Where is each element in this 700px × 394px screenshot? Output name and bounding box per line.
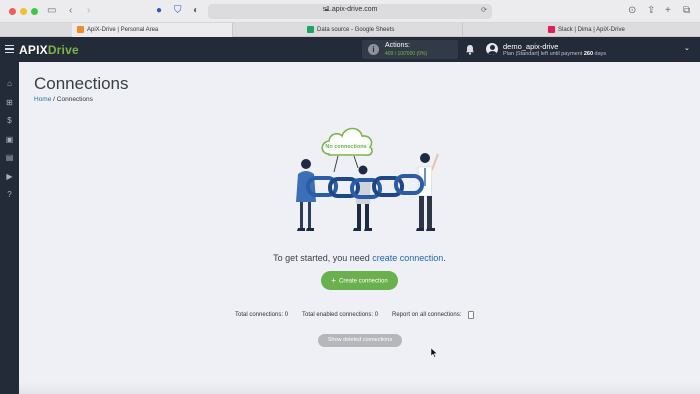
help-icon[interactable]: ? [5,190,14,199]
plan-suffix: days [594,51,607,57]
empty-state-illustration: No connections [296,127,439,231]
breadcrumb-home-link[interactable]: Home [34,96,51,103]
minimize-window-button[interactable] [20,8,27,15]
extension-icon[interactable]: ● [156,5,162,17]
report-label: Report on all connections: [392,312,462,318]
empty-prefix: To get started, you need [273,253,370,263]
forward-icon[interactable]: › [87,5,90,17]
user-name[interactable]: demo_apix-drive [503,42,558,51]
maximize-window-button[interactable] [31,8,38,15]
plan-prefix: Plan |Standart| left until payment [503,51,583,57]
browser-window: ▭ ‹ › ● ⛉ ◐ 🔒︎ s1.apix-drive.com ⟳ ⊙ ⇪ +… [0,0,700,394]
page-title: Connections [34,74,129,93]
reload-icon[interactable]: ⟳ [481,6,487,14]
video-icon[interactable]: ▶ [5,172,14,181]
create-connection-button[interactable]: + Create connection [321,271,398,290]
total-enabled-connections: Total enabled connections: 0 [302,312,379,318]
tab-google-sheets[interactable]: Data source - Google Sheets [302,23,463,37]
close-window-button[interactable] [9,8,16,15]
user-plan: Plan |Standart| left until payment 260 d… [503,51,606,57]
back-icon[interactable]: ‹ [69,5,72,17]
shield-icon[interactable]: ⛉ [174,5,182,17]
empty-suffix: . [443,253,446,263]
browser-tab-strip: ApiX-Drive | Personal Area Data source -… [0,23,700,37]
create-connection-link[interactable]: create connection [372,253,443,263]
app-header: APIXDrive [0,37,700,62]
logo-left: APIX [19,43,48,57]
page-bottom-fade [19,382,700,394]
create-connection-label: Create connection [338,278,388,285]
actions-count: 409 / 100'000 (0%) [385,51,428,57]
mouse-cursor-icon [430,348,438,358]
browser-toolbar: ▭ ‹ › ● ⛉ ◐ 🔒︎ s1.apix-drive.com ⟳ ⊙ ⇪ +… [0,0,700,23]
share-icon[interactable]: ⇪ [647,5,655,17]
cloud-icon [321,127,373,156]
breadcrumb-current: Connections [56,96,93,103]
id-card-icon[interactable]: ▤ [5,153,14,162]
url-text: s1.apix-drive.com [322,6,378,13]
apixdrive-logo[interactable]: APIXDrive [19,43,79,57]
plus-icon: + [331,276,336,285]
address-bar[interactable]: 🔒︎ s1.apix-drive.com ⟳ [208,4,492,19]
apixdrive-favicon-icon [77,25,84,33]
briefcase-icon[interactable]: ▣ [5,135,14,144]
show-deleted-connections-button[interactable]: Show deleted connections [318,334,402,347]
sidebar: ⌂ ⊞ $ ▣ ▤ ▶ ? [0,62,19,394]
tab-label: ApiX-Drive | Personal Area [87,27,159,33]
tab-label: Slack | Dima | ApiX-Drive [558,27,625,33]
actions-counter[interactable]: i Actions: 409 / 100'000 (0%) [362,40,458,59]
sidebar-toggle-icon[interactable]: ▭ [47,5,56,17]
info-icon: i [368,44,379,55]
logo-right: Drive [47,43,79,57]
actions-label: Actions: [385,42,410,49]
privacy-icon[interactable]: ◐ [193,5,199,17]
empty-state-message: To get started, you need create connecti… [19,253,700,263]
dollar-icon[interactable]: $ [5,116,14,125]
main-content: Connections Home / Connections No connec… [19,62,700,394]
tab-overview-icon[interactable]: ⧉ [683,5,690,17]
breadcrumb: Home / Connections [34,96,93,103]
home-icon[interactable]: ⌂ [5,79,14,88]
tab-apix-drive[interactable]: ApiX-Drive | Personal Area [72,23,233,37]
tab-label: Data source - Google Sheets [317,27,395,33]
google-sheets-favicon-icon [307,25,314,33]
new-tab-icon[interactable]: + [665,5,671,17]
plan-days: 260 [583,51,594,57]
tab-slack[interactable]: Slack | Dima | ApiX-Drive [543,23,700,37]
report-file-icon[interactable] [468,311,474,319]
menu-icon[interactable] [5,45,14,53]
download-icon[interactable]: ⊙ [628,5,636,17]
cloud-text: No connections [325,144,366,150]
sitemap-icon[interactable]: ⊞ [5,98,14,107]
bell-icon[interactable] [465,44,475,55]
avatar[interactable] [486,43,498,55]
total-connections: Total connections: 0 [235,312,289,318]
slack-favicon-icon [548,25,555,33]
chevron-down-icon[interactable]: ⌄ [684,44,690,52]
breadcrumb-separator: / [53,96,55,103]
